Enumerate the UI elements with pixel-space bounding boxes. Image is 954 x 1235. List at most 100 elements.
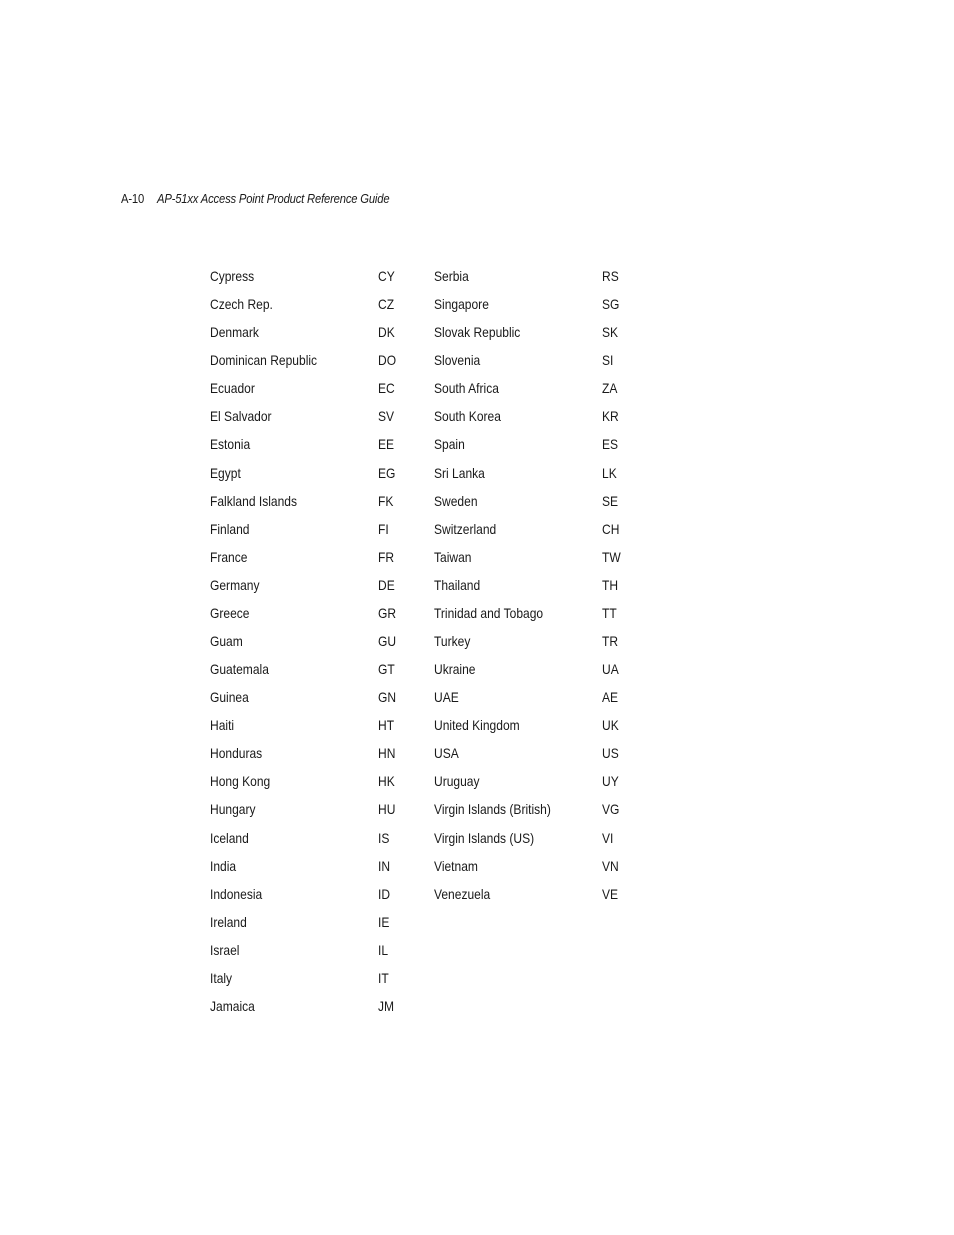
country-name: UAE — [434, 689, 459, 706]
country-code: TT — [602, 604, 617, 621]
country-code: HU — [378, 801, 396, 818]
country-name: Virgin Islands (British) — [434, 801, 551, 818]
country-code: SK — [602, 324, 619, 341]
country-code: EC — [378, 380, 395, 397]
country-name: Denmark — [210, 324, 259, 341]
country-name: India — [210, 857, 237, 874]
country-name: Slovenia — [434, 352, 481, 369]
country-code: CH — [602, 520, 620, 537]
country-code: ES — [602, 436, 619, 453]
country-name: France — [210, 548, 248, 565]
country-name: Hungary — [210, 801, 256, 818]
country-name: Uruguay — [434, 773, 480, 790]
country-code: GR — [378, 604, 397, 621]
country-code: CZ — [378, 296, 395, 313]
country-code: EE — [378, 436, 395, 453]
country-name: Trinidad and Tobago — [434, 604, 544, 621]
country-name: Haiti — [210, 717, 235, 734]
country-code: SV — [378, 408, 395, 425]
country-name: USA — [434, 745, 459, 762]
country-code: CY — [378, 268, 395, 284]
country-code: IN — [378, 857, 391, 874]
country-code: US — [602, 745, 619, 762]
country-code: SG — [602, 296, 620, 313]
country-name: El Salvador — [210, 408, 272, 425]
country-name: Ireland — [210, 913, 247, 930]
country-code: EG — [378, 464, 396, 481]
country-code: VN — [602, 857, 619, 874]
country-name: Sri Lanka — [434, 464, 485, 481]
country-code: JM — [378, 998, 395, 1015]
country-name: Falkland Islands — [210, 492, 298, 509]
country-code: VE — [602, 885, 619, 902]
country-code: UY — [602, 773, 619, 790]
country-name: Italy — [210, 969, 233, 986]
country-name: Greece — [210, 604, 250, 621]
country-name: United Kingdom — [434, 717, 520, 734]
country-name: Singapore — [434, 296, 489, 313]
country-name: Egypt — [210, 464, 241, 481]
country-code: GN — [378, 689, 397, 706]
country-code: VI — [602, 829, 614, 846]
country-name: Jamaica — [210, 998, 255, 1015]
country-code: GU — [378, 633, 397, 650]
country-name: Taiwan — [434, 548, 472, 565]
country-code: SE — [602, 492, 619, 509]
country-name: Ukraine — [434, 661, 476, 678]
country-code: VG — [602, 801, 620, 818]
country-name: South Korea — [434, 408, 501, 425]
country-code: DO — [378, 352, 397, 369]
country-code: TH — [602, 576, 619, 593]
country-code: IE — [378, 913, 390, 930]
country-name: Finland — [210, 520, 250, 537]
country-name: Vietnam — [434, 857, 478, 874]
country-name: Estonia — [210, 436, 251, 453]
country-code: TR — [602, 633, 619, 650]
country-code: FK — [378, 492, 394, 509]
country-name: Venezuela — [434, 885, 491, 902]
country-name: Iceland — [210, 829, 249, 846]
country-code: DK — [378, 324, 395, 341]
country-code: DE — [378, 576, 395, 593]
country-name: Sweden — [434, 492, 478, 509]
page-header: A-10 AP-51xx Access Point Product Referen… — [121, 192, 390, 206]
country-code: ZA — [602, 380, 618, 397]
document-title: AP-51xx Access Point Product Reference G… — [157, 192, 390, 206]
country-code: GT — [378, 661, 395, 678]
country-name: Israel — [210, 941, 240, 958]
country-code: FI — [378, 520, 389, 537]
country-code: AE — [602, 689, 619, 706]
country-name: Cypress — [210, 268, 255, 284]
country-name: Honduras — [210, 745, 263, 762]
country-name: Slovak Republic — [434, 324, 521, 341]
country-name: Hong Kong — [210, 773, 271, 790]
country-name: Germany — [210, 576, 260, 593]
country-code: LK — [602, 464, 617, 481]
country-name: Virgin Islands (US) — [434, 829, 535, 846]
country-code: IL — [378, 941, 389, 958]
country-name: Switzerland — [434, 520, 497, 537]
country-name: Spain — [434, 436, 465, 453]
page-number: A-10 — [121, 192, 145, 206]
country-name: Indonesia — [210, 885, 263, 902]
country-code: IT — [378, 969, 389, 986]
country-code: HT — [378, 717, 395, 734]
country-name: Serbia — [434, 268, 469, 284]
country-code: UK — [602, 717, 619, 734]
country-name: Thailand — [434, 576, 481, 593]
country-code: HK — [378, 773, 395, 790]
country-name: Dominican Republic — [210, 352, 318, 369]
country-code: TW — [602, 548, 621, 565]
country-code: HN — [378, 745, 396, 762]
country-name: Ecuador — [210, 380, 255, 397]
country-code: RS — [602, 268, 619, 284]
country-code: FR — [378, 548, 395, 565]
country-name: Guinea — [210, 689, 249, 706]
country-name: South Africa — [434, 380, 499, 397]
country-name: Czech Rep. — [210, 296, 273, 313]
country-code: KR — [602, 408, 619, 425]
country-name: Turkey — [434, 633, 471, 650]
country-code: IS — [378, 829, 390, 846]
country-code: ID — [378, 885, 391, 902]
country-name: Guam — [210, 633, 243, 650]
